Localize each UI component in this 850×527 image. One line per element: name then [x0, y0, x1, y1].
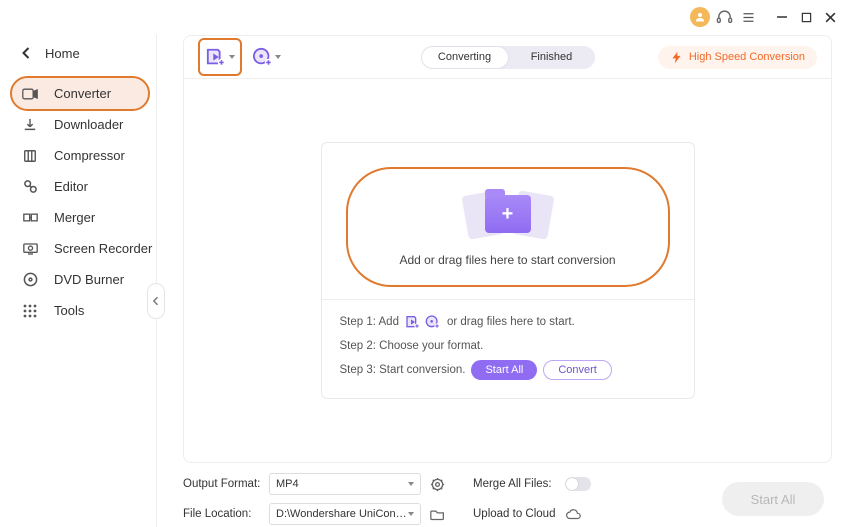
folder-illustration: +: [463, 187, 553, 241]
output-settings-icon[interactable]: [429, 476, 445, 492]
sidebar: Home Converter Downloader: [0, 34, 157, 527]
chevron-down-icon: [408, 512, 414, 516]
minimize-button[interactable]: [770, 5, 794, 29]
file-location-select[interactable]: D:\Wondershare UniConverter 1: [269, 503, 421, 525]
sidebar-item-converter[interactable]: Converter: [12, 78, 148, 109]
sidebar-item-label: Merger: [54, 210, 95, 225]
bottom-bar: Output Format: MP4 File Location: D:\Won…: [157, 463, 850, 527]
step1-prefix: Step 1: Add: [340, 316, 399, 328]
start-all-mini-button[interactable]: Start All: [471, 360, 537, 380]
sidebar-item-editor[interactable]: Editor: [0, 171, 156, 202]
workspace: + Add or drag files here to start conver…: [183, 79, 832, 463]
menu-icon[interactable]: [736, 5, 760, 29]
dropzone-text: Add or drag files here to start conversi…: [399, 253, 615, 267]
home-label: Home: [45, 46, 80, 61]
avatar[interactable]: [688, 5, 712, 29]
sidebar-item-label: Tools: [54, 303, 84, 318]
toolbar: Converting Finished High Speed Conversio…: [183, 35, 832, 79]
converter-icon: [22, 86, 38, 102]
sidebar-item-screen-recorder[interactable]: Screen Recorder: [0, 233, 156, 264]
high-speed-label: High Speed Conversion: [689, 51, 805, 63]
file-add-mini-icon: [405, 314, 421, 330]
status-tabs: Converting Finished: [421, 46, 595, 69]
drop-card: + Add or drag files here to start conver…: [321, 142, 695, 399]
chevron-down-icon: [408, 482, 414, 486]
output-format-select[interactable]: MP4: [269, 473, 421, 495]
cloud-icon[interactable]: [565, 506, 581, 522]
sidebar-item-label: Compressor: [54, 148, 125, 163]
merger-icon: [22, 210, 38, 226]
open-folder-icon[interactable]: [429, 506, 445, 522]
lightning-icon: [670, 51, 683, 64]
sidebar-item-tools[interactable]: Tools: [0, 295, 156, 326]
upload-cloud-label: Upload to Cloud: [473, 508, 565, 520]
dropzone[interactable]: + Add or drag files here to start conver…: [346, 167, 670, 287]
add-dvd-button[interactable]: [248, 41, 284, 73]
sidebar-item-label: Editor: [54, 179, 88, 194]
support-icon[interactable]: [712, 5, 736, 29]
sidebar-item-label: Downloader: [54, 117, 123, 132]
dvd-burner-icon: [22, 272, 38, 288]
sidebar-item-compressor[interactable]: Compressor: [0, 140, 156, 171]
output-format-label: Output Format:: [183, 478, 261, 490]
step1-suffix: or drag files here to start.: [447, 316, 575, 328]
dvd-add-mini-icon: [425, 314, 441, 330]
start-all-button[interactable]: Start All: [722, 482, 824, 516]
close-button[interactable]: [818, 5, 842, 29]
sidebar-list: Converter Downloader Compressor: [0, 78, 156, 326]
file-location-label: File Location:: [183, 508, 261, 520]
editor-icon: [22, 179, 38, 195]
step3-text: Step 3: Start conversion.: [340, 364, 466, 376]
downloader-icon: [22, 117, 38, 133]
sidebar-item-label: Screen Recorder: [54, 241, 152, 256]
sidebar-collapse-handle[interactable]: [147, 283, 165, 319]
convert-mini-button[interactable]: Convert: [543, 360, 612, 380]
chevron-down-icon: [229, 55, 235, 59]
sidebar-item-merger[interactable]: Merger: [0, 202, 156, 233]
sidebar-item-label: Converter: [54, 86, 111, 101]
sidebar-item-label: DVD Burner: [54, 272, 124, 287]
sidebar-item-downloader[interactable]: Downloader: [0, 109, 156, 140]
step2-text: Step 2: Choose your format.: [340, 340, 484, 352]
tab-finished[interactable]: Finished: [509, 46, 595, 69]
screen-recorder-icon: [22, 241, 38, 257]
add-file-button[interactable]: [198, 38, 242, 76]
sidebar-item-dvd-burner[interactable]: DVD Burner: [0, 264, 156, 295]
instructions: Step 1: Add or drag files here to start.…: [322, 299, 694, 398]
merge-all-label: Merge All Files:: [473, 478, 565, 490]
compressor-icon: [22, 148, 38, 164]
tools-icon: [22, 303, 38, 319]
chevron-down-icon: [275, 55, 281, 59]
home-button[interactable]: Home: [0, 38, 156, 68]
tab-converting[interactable]: Converting: [421, 46, 509, 69]
maximize-button[interactable]: [794, 5, 818, 29]
high-speed-conversion[interactable]: High Speed Conversion: [658, 46, 817, 69]
merge-toggle[interactable]: [565, 477, 591, 491]
